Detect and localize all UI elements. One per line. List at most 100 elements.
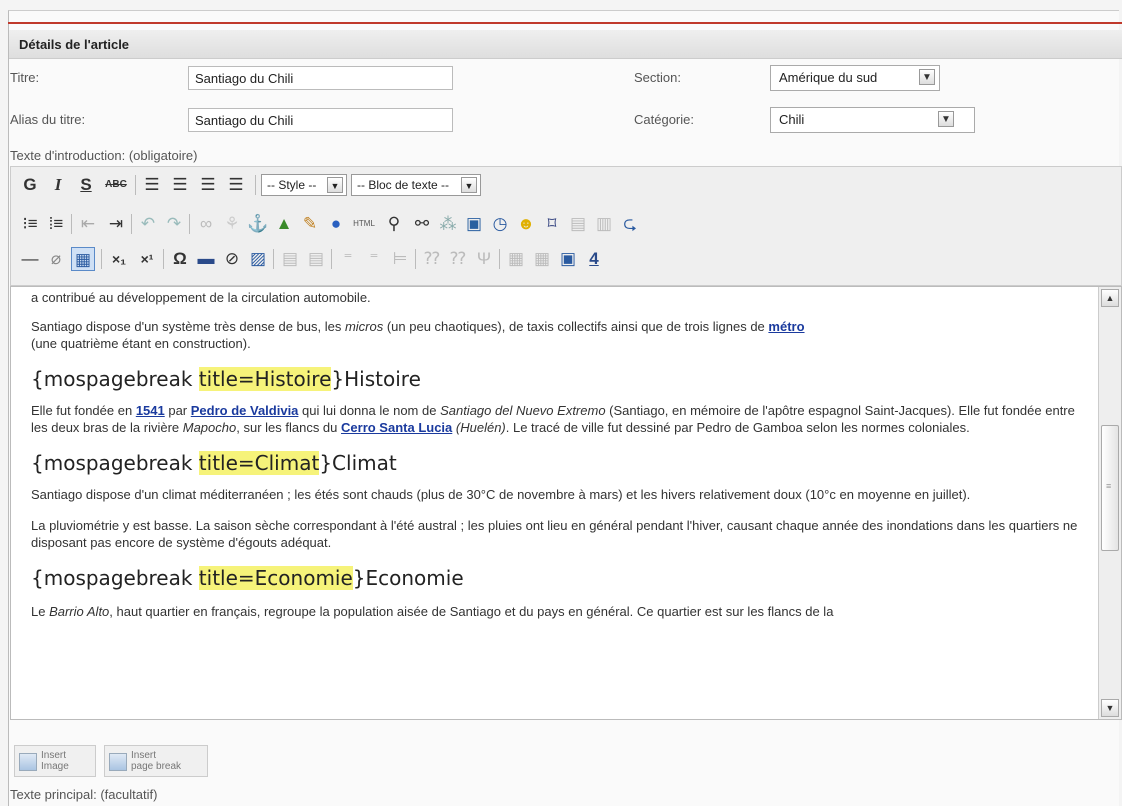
section-select[interactable]: Amérique du sud ▼ <box>770 65 940 91</box>
copy-icon[interactable]: ▤ <box>567 212 589 236</box>
cleanup-icon[interactable]: ✎ <box>299 212 321 236</box>
align-right-icon[interactable]: ☰ <box>197 173 219 197</box>
highlight: title=Histoire <box>198 367 332 391</box>
section-label: Section: <box>634 70 681 85</box>
replace-icon[interactable]: ⚯ <box>411 212 433 236</box>
highlight: title=Climat <box>198 451 320 475</box>
subscript-icon[interactable]: ×₁ <box>107 247 131 271</box>
media-icon[interactable]: ▬ <box>195 247 217 271</box>
link-pedro-de-valdivia[interactable]: Pedro de Valdivia <box>191 403 299 418</box>
align-left-icon[interactable]: ☰ <box>141 173 163 197</box>
panel-title: Détails de l'article <box>19 37 130 52</box>
title-label: Titre: <box>10 70 40 85</box>
edit-icon[interactable]: ▨ <box>247 247 269 271</box>
fullscreen-icon[interactable]: ⌑ <box>541 212 563 236</box>
align-justify-icon[interactable]: ☰ <box>225 173 247 197</box>
image-icon <box>19 753 37 771</box>
spellcheck-icon[interactable]: 4 <box>583 247 605 271</box>
title-input[interactable] <box>188 66 453 90</box>
editor-scrollbar[interactable]: ▲ ≡ ▼ <box>1098 287 1121 719</box>
outdent-icon[interactable]: ⇤ <box>77 212 99 236</box>
link-metro[interactable]: métro <box>768 319 804 334</box>
toolbar-separator <box>415 249 416 269</box>
scroll-down-icon[interactable]: ▼ <box>1101 699 1119 717</box>
alias-input[interactable] <box>188 108 453 132</box>
style-select[interactable]: -- Style -- ▼ <box>261 174 347 196</box>
no-style-icon[interactable]: ⊘ <box>221 247 243 271</box>
paste-text-icon[interactable]: ⮎ <box>619 212 641 236</box>
column-icon[interactable]: ⁇ <box>447 247 469 271</box>
section-value: Amérique du sud <box>779 70 878 85</box>
italic-icon[interactable]: I <box>47 173 69 197</box>
strikethrough-icon[interactable]: ABC <box>103 173 129 197</box>
table-icon[interactable]: ▤ <box>279 247 301 271</box>
chevron-down-icon: ▼ <box>938 111 954 127</box>
insert-page-break-button[interactable]: Insert page break <box>104 745 208 777</box>
insert-image-button[interactable]: Insert Image <box>14 745 96 777</box>
paragraph: Santiago dispose d'un système très dense… <box>31 318 1091 352</box>
html-icon[interactable]: HTML <box>351 212 377 236</box>
remove-format-icon[interactable]: ⌀ <box>45 247 67 271</box>
text: Santiago dispose d'un système très dense… <box>31 319 345 334</box>
paragraph: Elle fut fondée en 1541 par Pedro de Val… <box>31 402 1091 436</box>
search-icon[interactable]: ⚲ <box>383 212 405 236</box>
merge-cells-icon[interactable]: ⊨ <box>389 247 411 271</box>
insert-row-icon[interactable]: ⁼ <box>337 247 359 271</box>
layer-icon[interactable]: ▣ <box>557 247 579 271</box>
insert-page-break-label: Insert page break <box>131 750 181 772</box>
text: Le <box>31 604 50 619</box>
block-select[interactable]: -- Bloc de texte -- ▼ <box>351 174 481 196</box>
bold-icon[interactable]: G <box>19 173 41 197</box>
label-line: page break <box>131 761 182 772</box>
text: {mospagebreak <box>31 367 199 391</box>
help-icon[interactable]: ● <box>325 212 347 236</box>
frame-icon[interactable]: ▦ <box>531 247 553 271</box>
layer-icon[interactable]: Ψ <box>473 247 495 271</box>
row-props-icon[interactable]: ▤ <box>305 247 327 271</box>
pagebreak-heading: {mospagebreak title=Climat}Climat <box>31 450 1091 476</box>
style-select-value: -- Style -- <box>267 178 317 192</box>
toolbar-separator <box>101 249 102 269</box>
intro-label: Texte d'introduction: (obligatoire) <box>10 148 198 163</box>
horizontal-rule-icon[interactable]: — <box>19 247 41 271</box>
link-1541[interactable]: 1541 <box>136 403 165 418</box>
scroll-up-icon[interactable]: ▲ <box>1101 289 1119 307</box>
panel-header: Détails de l'article <box>9 30 1122 59</box>
toolbar-separator <box>189 214 190 234</box>
clock-icon[interactable]: ◷ <box>489 212 511 236</box>
toolbar-separator <box>131 214 132 234</box>
link-cerro-santa-lucia[interactable]: Cerro Santa Lucia <box>341 420 452 435</box>
text-emphasis: Barrio Alto <box>49 604 110 619</box>
undo-icon[interactable]: ↶ <box>137 212 159 236</box>
pagebreak-heading: {mospagebreak title=Histoire}Histoire <box>31 366 1091 392</box>
split-cells-icon[interactable]: ⁇ <box>421 247 443 271</box>
frame-icon[interactable]: ▦ <box>505 247 527 271</box>
category-select[interactable]: Chili ▼ <box>770 107 975 133</box>
link-icon[interactable]: ∞ <box>195 212 217 236</box>
underline-icon[interactable]: S <box>75 173 97 197</box>
editor-content-area[interactable]: a contribué au développement de la circu… <box>10 286 1122 720</box>
text-emphasis: Santiago del Nuevo Extremo <box>440 403 606 418</box>
insert-time-icon[interactable]: ▣ <box>463 212 485 236</box>
label-line: Image <box>41 761 69 772</box>
chevron-down-icon: ▼ <box>919 69 935 85</box>
grip-icon: ≡ <box>1106 481 1112 491</box>
indent-icon[interactable]: ⇥ <box>105 212 127 236</box>
scroll-thumb[interactable]: ≡ <box>1101 425 1119 551</box>
unlink-icon[interactable]: ⚘ <box>221 212 243 236</box>
paste-icon[interactable]: ▥ <box>593 212 615 236</box>
emoticon-icon[interactable]: ☻ <box>515 212 537 236</box>
redo-icon[interactable]: ↷ <box>163 212 185 236</box>
top-accent-line <box>8 22 1122 24</box>
anchor-icon[interactable]: ⚓ <box>247 212 269 236</box>
insert-date-icon[interactable]: ⁂ <box>437 212 459 236</box>
image-icon[interactable]: ▲ <box>273 212 295 236</box>
align-center-icon[interactable]: ☰ <box>169 173 191 197</box>
delete-row-icon[interactable]: ⁼ <box>363 247 385 271</box>
special-char-icon[interactable]: Ω <box>169 247 191 271</box>
numbered-list-icon[interactable]: ⁞≡ <box>45 212 67 236</box>
text: , haut quartier en français, regroupe la… <box>109 604 834 619</box>
superscript-icon[interactable]: ×¹ <box>135 247 159 271</box>
bullet-list-icon[interactable]: ⁝≡ <box>19 212 41 236</box>
visual-aid-icon[interactable]: ▦ <box>71 247 95 271</box>
